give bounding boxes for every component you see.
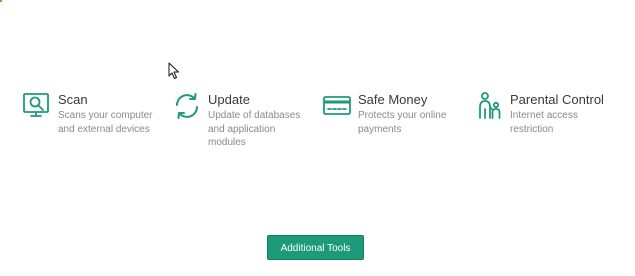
feature-scan-desc-line: Scans your computer [58,110,153,121]
feature-tiles: Scan Scans your computer and external de… [22,90,632,150]
feature-safe-money-desc-line: Protects your online [358,110,447,121]
feature-parental-control-desc-line: restriction [510,123,554,135]
parent-child-icon [474,91,504,121]
feature-parental-control-desc-line: Internet access [510,110,578,121]
feature-parental-control-title: Parental Control [510,92,604,107]
corner-marker [0,0,2,2]
feature-update-desc-line: modules [208,137,246,148]
feature-safe-money-desc-line: payments [358,123,402,135]
credit-card-icon [322,91,352,121]
additional-tools-button[interactable]: Additional Tools [267,235,364,260]
feature-update-desc-line: Update of databases [208,110,301,121]
feature-update-title: Update [208,92,250,107]
scan-monitor-icon [22,91,52,121]
feature-update-desc-line: and application [208,123,276,135]
feature-scan-title: Scan [58,92,88,107]
feature-safe-money[interactable]: Safe Money Protects your online payments [322,90,446,135]
feature-scan[interactable]: Scan Scans your computer and external de… [22,90,153,135]
feature-update[interactable]: Update Update of databases and applicati… [172,90,300,149]
feature-safe-money-title: Safe Money [358,92,428,107]
feature-parental-control[interactable]: Parental Control Internet access restric… [474,90,604,135]
mouse-pointer-icon [168,62,180,80]
feature-scan-desc-line: and external devices [58,123,150,135]
update-arrows-icon [172,91,202,121]
